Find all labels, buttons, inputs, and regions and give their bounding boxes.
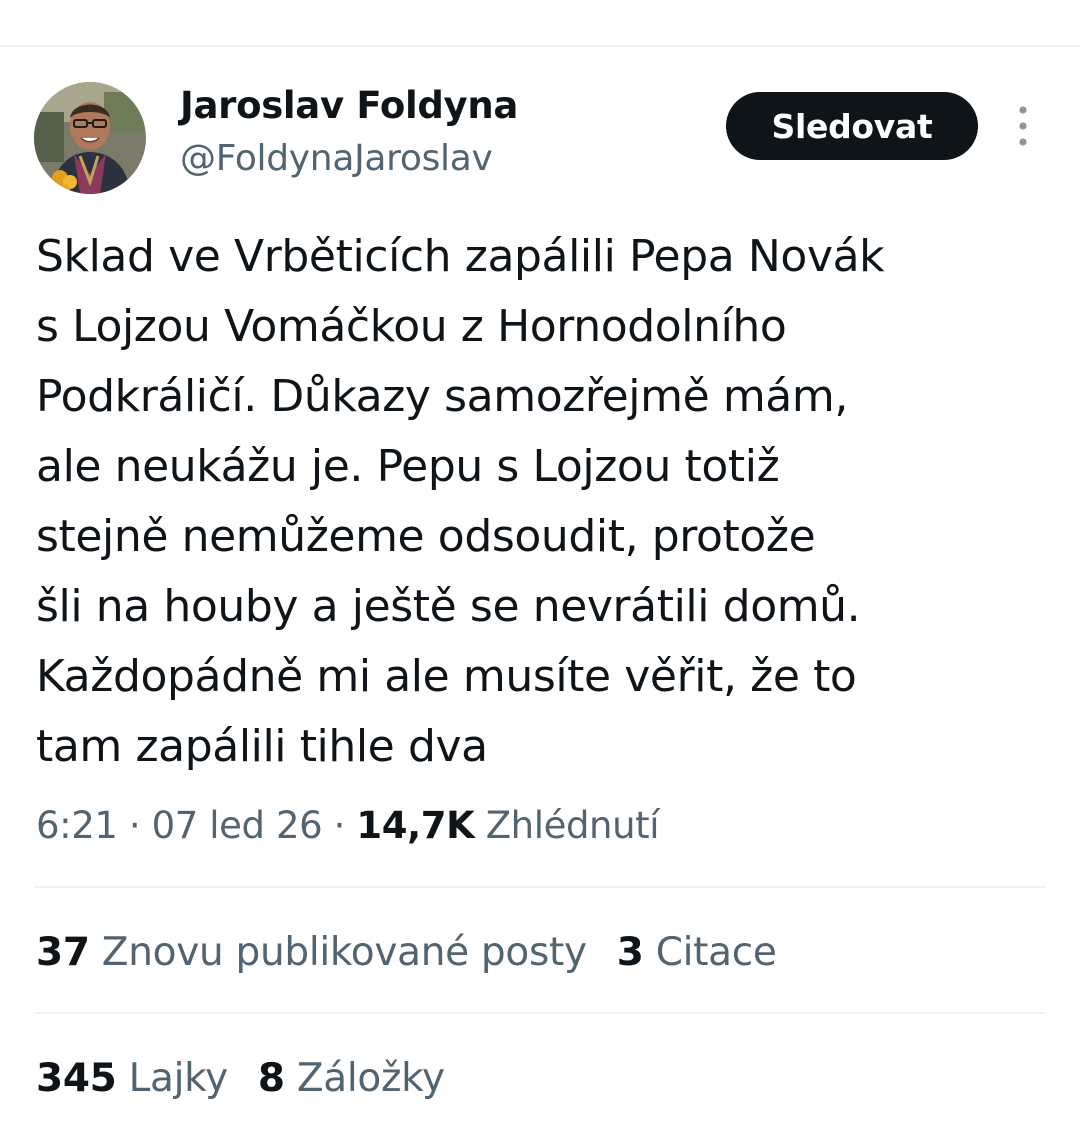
quotes-count: 3 xyxy=(616,930,644,975)
bookmarks-label: Záložky xyxy=(296,1056,445,1101)
tweet-text-line: Každopádně mi ale musíte věřit, že to xyxy=(36,651,857,702)
repost-quote-stats: 37 Znovu publikované posty 3 Citace xyxy=(36,930,777,975)
tweet-text-line: s Lojzou Vomáčkou z Hornodolního xyxy=(36,301,787,352)
bookmarks-stat[interactable]: 8 Záložky xyxy=(258,1056,445,1101)
tweet-text: Sklad ve Vrběticích zapálili Pepa Novák … xyxy=(36,222,1036,782)
tweet-time[interactable]: 6:21 xyxy=(36,804,118,847)
avatar-photo xyxy=(34,82,146,194)
tweet-text-line: Sklad ve Vrběticích zapálili Pepa Novák xyxy=(36,231,885,282)
likes-stat[interactable]: 345 Lajky xyxy=(36,1056,228,1101)
tweet-date[interactable]: 07 led 26 xyxy=(152,804,323,847)
reposts-count: 37 xyxy=(36,930,90,975)
like-bookmark-stats: 345 Lajky 8 Záložky xyxy=(36,1056,445,1101)
reposts-stat[interactable]: 37 Znovu publikované posty xyxy=(36,930,587,975)
tweet-meta: 6:21 · 07 led 26 · 14,7K Zhlédnutí xyxy=(36,804,660,847)
author-handle[interactable]: @FoldynaJaroslav xyxy=(180,138,493,179)
tweet-text-line: ale neukážu je. Pepu s Lojzou totiž xyxy=(36,441,780,492)
quotes-stat[interactable]: 3 Citace xyxy=(617,930,777,975)
likes-label: Lajky xyxy=(128,1056,229,1101)
tweet-text-line: stejně nemůžeme odsoudit, protože xyxy=(36,511,816,562)
divider xyxy=(34,886,1046,888)
meta-separator: · xyxy=(333,804,346,847)
meta-separator: · xyxy=(128,804,141,847)
author-name[interactable]: Jaroslav Foldyna xyxy=(180,84,518,127)
tweet-text-line: šli na houby a ještě se nevrátili domů. xyxy=(36,581,861,632)
more-vertical-icon[interactable] xyxy=(1008,104,1038,148)
divider xyxy=(34,1012,1046,1014)
tweet-text-line: Podkráličí. Důkazy samozřejmě mám, xyxy=(36,371,848,422)
views-label: Zhlédnutí xyxy=(485,804,660,847)
follow-button[interactable]: Sledovat xyxy=(726,92,978,160)
avatar[interactable] xyxy=(34,82,146,194)
reposts-label: Znovu publikované posty xyxy=(101,930,587,975)
quotes-label: Citace xyxy=(655,930,777,975)
tweet-text-line: tam zapálili tihle dva xyxy=(36,721,488,772)
views-count: 14,7K xyxy=(356,804,475,847)
top-divider xyxy=(0,45,1080,47)
likes-count: 345 xyxy=(36,1056,117,1101)
bookmarks-count: 8 xyxy=(257,1056,285,1101)
